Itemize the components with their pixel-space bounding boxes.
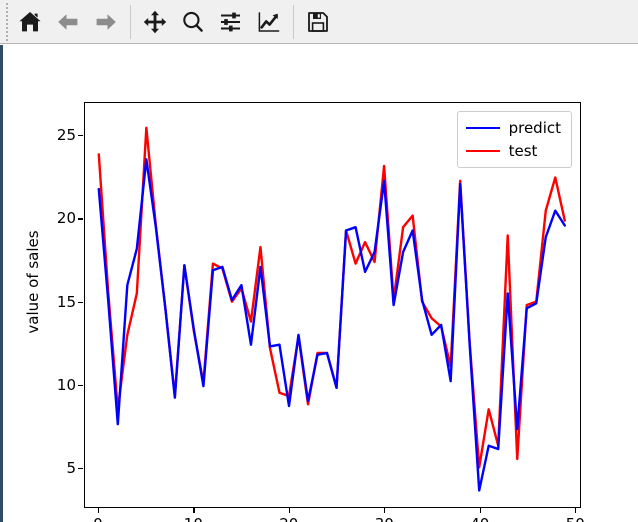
legend-label-test: test: [508, 141, 538, 160]
x-tick-mark: [97, 508, 100, 513]
x-tick-label: 30: [375, 515, 394, 522]
chart-line-icon: [256, 9, 282, 35]
legend-swatch-predict: [465, 126, 500, 130]
x-tick-label: 10: [184, 515, 203, 522]
y-tick-mark: [78, 218, 83, 220]
y-tick-label: 20: [56, 209, 76, 228]
home-button[interactable]: [11, 3, 49, 41]
x-tick-label: 40: [470, 515, 489, 522]
save-button[interactable]: [299, 3, 337, 41]
move-icon: [142, 9, 168, 35]
y-tick-mark: [78, 135, 83, 137]
x-axis-tick-labels: 0 10 20 30 40 50: [84, 508, 585, 522]
navigation-toolbar: [0, 0, 638, 44]
x-tick-mark: [479, 508, 481, 513]
plot-axes[interactable]: predict test: [84, 102, 581, 508]
x-tick-mark: [288, 508, 290, 513]
legend-label-predict: predict: [508, 118, 561, 137]
toolbar-separator-2: [293, 4, 294, 39]
y-tick-mark: [78, 301, 83, 303]
toolbar-separator-1: [130, 4, 131, 39]
figure-window: 5 10 15 20 25 value of sales predict tes…: [0, 0, 638, 522]
zoom-button[interactable]: [174, 3, 212, 41]
y-tick-label: 10: [56, 375, 76, 394]
y-tick-label: 15: [56, 292, 76, 311]
x-tick-mark: [384, 508, 386, 513]
edit-axis-button[interactable]: [250, 3, 288, 41]
legend-item-test: test: [465, 141, 561, 161]
y-tick-label: 25: [56, 126, 76, 145]
y-axis-label: value of sales: [24, 230, 42, 334]
y-tick-mark: [78, 468, 83, 470]
legend-swatch-test: [465, 149, 500, 153]
configure-subplots-button[interactable]: [212, 3, 250, 41]
sliders-icon: [218, 9, 244, 35]
figure-canvas-area[interactable]: 5 10 15 20 25 value of sales predict tes…: [0, 45, 638, 522]
home-icon: [17, 9, 43, 35]
legend-item-predict: predict: [465, 118, 561, 138]
x-tick-label: 20: [279, 515, 298, 522]
x-tick-label: 0: [93, 515, 103, 522]
back-button[interactable]: [49, 3, 87, 41]
matplotlib-figure: 5 10 15 20 25 value of sales predict tes…: [3, 45, 638, 522]
x-tick-mark: [575, 508, 577, 513]
y-tick-label: 5: [66, 459, 76, 478]
toolbar-drag-handle[interactable]: [2, 2, 11, 42]
arrow-left-icon: [55, 9, 81, 35]
series-line-test: [99, 128, 565, 467]
floppy-disk-icon: [305, 9, 331, 35]
y-tick-mark: [78, 384, 83, 387]
series-line-predict: [99, 159, 565, 490]
pan-button[interactable]: [136, 3, 174, 41]
y-axis-tick-labels: 5 10 15 20 25: [43, 102, 76, 508]
x-tick-mark: [193, 508, 195, 513]
x-tick-label: 50: [566, 515, 585, 522]
magnifier-icon: [180, 9, 206, 35]
legend[interactable]: predict test: [456, 111, 572, 168]
forward-button[interactable]: [87, 3, 125, 41]
arrow-right-icon: [93, 9, 119, 35]
